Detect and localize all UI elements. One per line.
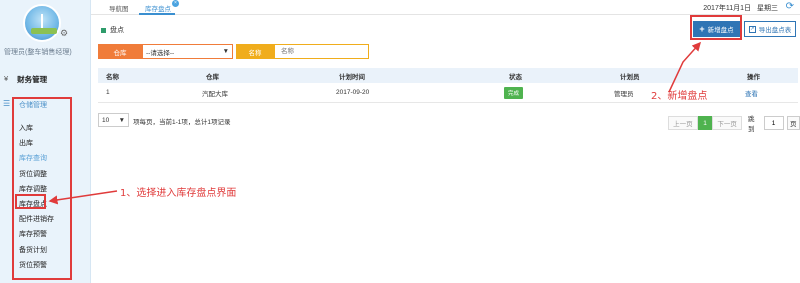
export-button[interactable]: ↗ 导出盘点表 [744,21,796,37]
cell-plan-time: 2017-09-20 [336,89,370,96]
prev-page-button[interactable]: 上一页 [668,116,698,130]
warehouse-select-value: --请选择-- [146,49,175,57]
annotation-stock-count-box [15,194,46,209]
logo-ground [31,28,57,34]
breadcrumb-label: 盘点 [110,27,124,34]
chevron-down-icon: ▼ [222,48,229,55]
table-header: 名称 仓库 计划时间 状态 计划员 操作 [98,68,798,83]
tab-stock-count[interactable]: 库存盘点 [145,3,171,13]
database-icon: ☰ [3,99,11,108]
page-size-value: 10 [102,116,110,124]
page-info: 项每页，当前1-1项，总计1项记录 [133,119,231,126]
menu-finance-label: 财务管理 [17,75,48,84]
warehouse-select[interactable]: --请选择-- ▼ [142,44,233,59]
breadcrumb: 盘点 [101,25,124,35]
annotation-step2: 2、新增盘点 [651,91,708,102]
col-header-action: 操作 [747,73,760,81]
date-display: 2017年11月1日 星期三 [703,3,778,13]
annotation-new-button-box [690,15,742,40]
cell-action: 查看 [739,88,798,98]
chevron-down-icon: ▼ [118,116,125,124]
page-size-select[interactable]: 10 ▼ [98,113,129,127]
gear-icon[interactable]: ⚙ [60,28,68,39]
status-badge: 完成 [504,86,524,99]
cell-status: 完成 [499,86,606,99]
col-header-plan-time[interactable]: 计划时间 [333,71,499,81]
tab-active-indicator [139,13,175,15]
refresh-icon[interactable]: ⟳ [786,1,794,12]
date-text: 2017年11月1日 [703,5,751,12]
col-header-status[interactable]: 状态 [499,71,606,81]
jump-go-button[interactable]: 页 [786,116,800,130]
cell-warehouse: 汽配大库 [202,90,228,98]
annotation-warehouse-box [12,97,72,280]
col-header-warehouse[interactable]: 仓库 [198,71,333,81]
export-icon: ↗ [748,25,756,33]
close-icon[interactable]: × [172,0,179,7]
weekday-text: 星期三 [757,5,778,12]
name-filter-label: 名称 [236,44,274,59]
sidebar: ⚙ 管理员(整车销售经理) ¥ 财务管理 ☰ 仓储管理 入库 出库 库存查询 货… [0,0,91,283]
jump-label: 跳到 [748,116,755,133]
page-number-current[interactable]: 1 [697,116,713,130]
jump-page-input[interactable] [763,116,784,130]
col-header-planner[interactable]: 计划员 [606,71,739,81]
annotation-step1: 1、选择进入库存盘点界面 [120,188,237,199]
pager: 上一页 1 下一页 跳到 页 [668,113,800,133]
export-label: 导出盘点表 [758,27,792,34]
admin-label: 管理员(整车销售经理) [4,49,72,56]
warehouse-filter-label: 仓库 [98,44,142,59]
menu-finance[interactable]: ¥ 财务管理 [4,74,47,85]
yen-icon: ¥ [4,74,9,83]
name-input[interactable] [274,44,369,59]
breadcrumb-square-icon [101,27,106,33]
annotation-arrows [48,41,702,205]
next-page-button[interactable]: 下一页 [712,116,743,130]
col-header-name[interactable]: 名称 [98,71,198,81]
view-link[interactable]: 查看 [745,91,758,98]
cell-name: 1 [106,89,110,96]
tab-navigation[interactable]: 导航图 [109,3,129,13]
topbar: 导航图 库存盘点 × 2017年11月1日 星期三 ⟳ [91,0,800,15]
logo [23,4,61,42]
